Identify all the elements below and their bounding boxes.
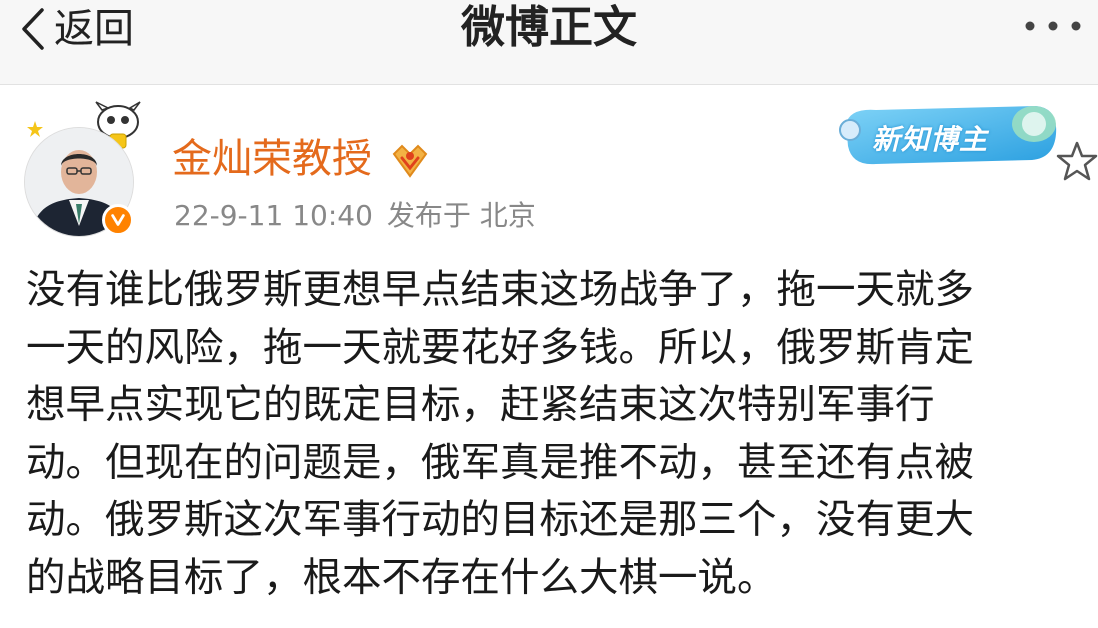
post-line: 动。俄罗斯这次军事行动的目标还是那三个，没有更大 xyxy=(26,497,974,543)
post-line: 动。但现在的问题是，俄军真是推不动，甚至还有点被 xyxy=(26,439,974,486)
badge-label: 新知博主 xyxy=(872,123,989,156)
page-title: 微博正文 xyxy=(461,2,637,53)
author-name[interactable]: 金灿荣教授 xyxy=(172,133,372,185)
post-line: 一天的风险，拖一天就要花好多钱。所以，俄罗斯肯定 xyxy=(26,324,974,371)
rank-medal-icon xyxy=(392,144,428,178)
post-body: 没有谁比俄罗斯更想早点结束这场战争了，拖一天就多 一天的风险，拖一天就要花好多钱… xyxy=(26,262,1086,607)
post-line: 没有谁比俄罗斯更想早点结束这场战争了，拖一天就多 xyxy=(26,267,974,313)
verified-v-icon xyxy=(102,204,134,236)
post-meta: 22-9-11 10:40 发布于 北京 xyxy=(174,196,536,236)
post-location: 发布于 北京 xyxy=(386,199,536,232)
star-decoration-icon xyxy=(27,121,43,137)
post-date: 22-9-11 xyxy=(174,199,293,232)
more-dots-icon[interactable] xyxy=(1022,14,1084,38)
post-line: 的战略目标了，根本不存在什么大棋一说。 xyxy=(26,554,777,601)
post-line: 想早点实现它的既定目标，赶紧结束这次特别军事行 xyxy=(26,382,935,428)
top-nav-bar: 返回 微博正文 xyxy=(0,0,1098,85)
favorite-star-icon[interactable] xyxy=(1056,140,1098,182)
post-time: 10:40 xyxy=(292,199,373,232)
